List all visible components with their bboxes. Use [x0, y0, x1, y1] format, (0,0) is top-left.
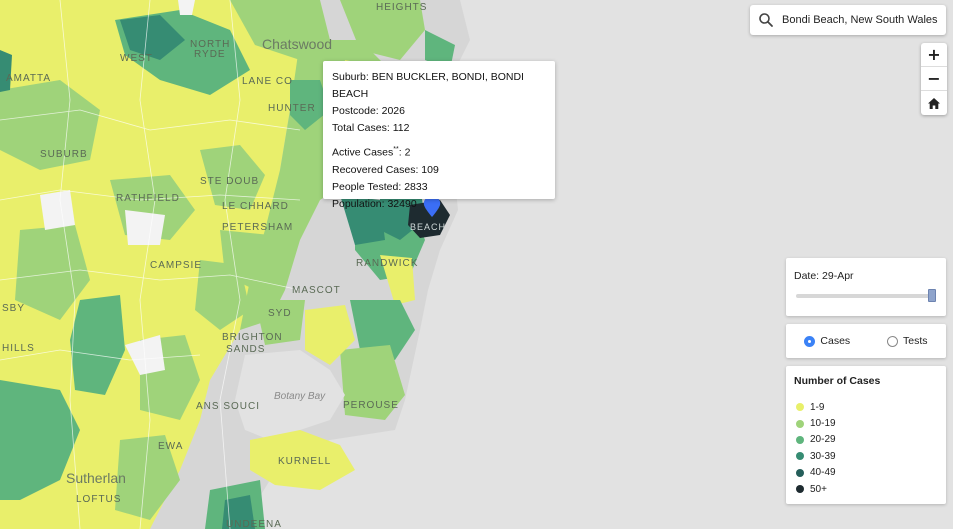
popup-tested: People Tested: 2833 [332, 180, 428, 193]
suburb-region[interactable] [0, 50, 12, 92]
mode-toggle: Cases Tests [786, 324, 946, 358]
legend-panel: Number of Cases 1-9 10-19 20-29 30-39 40-49 5… [786, 366, 946, 504]
legend-label: 30-39 [810, 450, 836, 462]
legend-swatch [796, 452, 804, 461]
date-panel: Date: 29-Apr [786, 258, 946, 316]
suburb-region-no-data[interactable] [178, 0, 195, 15]
mode-option-cases[interactable]: Cases [804, 335, 850, 347]
mode-option-label: Tests [903, 335, 928, 347]
legend-title: Number of Cases [794, 375, 881, 387]
search-icon [758, 12, 774, 28]
cases-radio[interactable] [804, 335, 816, 347]
legend-label: 10-19 [810, 418, 836, 430]
legend-item: 20-29 [794, 432, 938, 448]
mode-option-tests[interactable]: Tests [887, 335, 928, 347]
legend-swatch [796, 468, 804, 477]
popup-active-cases: Active Cases**: 2 [332, 146, 411, 159]
suburb-region-no-data[interactable] [125, 210, 165, 245]
zoom-out-button[interactable]: − [921, 67, 947, 91]
mode-option-label: Cases [820, 335, 851, 347]
home-button[interactable] [921, 91, 947, 115]
popup-suburb: Suburb: BEN BUCKLER, BONDI, BONDI BEACH [332, 71, 524, 100]
popup-total-cases: Total Cases: 112 [332, 122, 410, 134]
popup-postcode: Postcode: 2026 [332, 105, 405, 117]
zoom-controls: + − [921, 43, 947, 115]
suburb-info-popup: Suburb: BEN BUCKLER, BONDI, BONDI BEACH … [323, 61, 555, 210]
home-icon [928, 94, 940, 113]
legend-item: 50+ [794, 481, 938, 497]
zoom-in-button[interactable]: + [921, 43, 947, 67]
suburb-region-no-data[interactable] [40, 190, 75, 230]
legend-swatch [796, 435, 804, 444]
tests-radio[interactable] [887, 335, 899, 347]
date-slider[interactable] [796, 289, 936, 302]
legend-swatch [796, 485, 804, 494]
search-input[interactable] [782, 14, 942, 26]
popup-recovered: Recovered Cases: 109 [332, 163, 439, 176]
legend-swatch [796, 419, 804, 428]
date-label: Date: 29-Apr [794, 270, 854, 282]
legend-label: 40-49 [810, 467, 836, 479]
legend-label: 1-9 [810, 401, 825, 413]
legend-label: 20-29 [810, 434, 836, 446]
legend-item: 10-19 [794, 415, 938, 431]
legend-item: 30-39 [794, 448, 938, 464]
legend-item: 1-9 [794, 399, 938, 415]
search-box[interactable] [750, 5, 946, 35]
legend-swatch [796, 403, 804, 412]
date-slider-thumb[interactable] [928, 289, 936, 302]
legend-item: 40-49 [794, 465, 938, 481]
legend-label: 50+ [810, 483, 827, 495]
popup-population: Population: 32490 [332, 197, 417, 210]
suburb-region[interactable] [222, 495, 255, 529]
